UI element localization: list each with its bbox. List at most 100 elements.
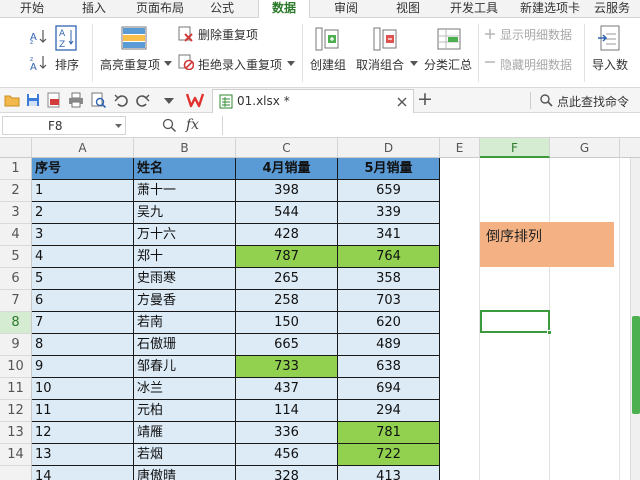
cell-april[interactable]: 150 xyxy=(236,312,338,334)
reject-duplicates-icon[interactable] xyxy=(178,54,194,70)
remove-duplicates-button[interactable]: 删除重复项 xyxy=(198,26,258,43)
cell-april[interactable]: 328 xyxy=(236,466,338,480)
tab-view[interactable]: 视图 xyxy=(386,0,430,18)
chevron-down-icon[interactable] xyxy=(115,124,122,129)
cell-may-highlighted[interactable]: 764 xyxy=(338,246,440,268)
name-box[interactable]: F8 xyxy=(2,116,126,135)
cell-may[interactable]: 294 xyxy=(338,400,440,422)
cell-no[interactable]: 9 xyxy=(32,356,134,378)
cell-april[interactable]: 336 xyxy=(236,422,338,444)
cell-april[interactable]: 265 xyxy=(236,268,338,290)
create-group-icon[interactable] xyxy=(314,26,340,52)
row-header[interactable]: 5 xyxy=(0,246,31,268)
row-header[interactable]: 6 xyxy=(0,268,31,290)
import-data-icon[interactable] xyxy=(598,24,622,52)
cell-no[interactable]: 13 xyxy=(32,444,134,466)
cell-name[interactable]: 若南 xyxy=(134,312,236,334)
row-header-selected[interactable]: 8 xyxy=(0,312,31,334)
cell-name[interactable]: 万十六 xyxy=(134,224,236,246)
header-cell-may[interactable]: 5月销量 xyxy=(338,158,440,180)
row-header[interactable]: 9 xyxy=(0,334,31,356)
row-header[interactable]: 3 xyxy=(0,202,31,224)
redo-icon[interactable] xyxy=(136,93,150,107)
cell-name[interactable]: 冰兰 xyxy=(134,378,236,400)
tab-insert[interactable]: 插入 xyxy=(72,0,116,18)
sort-button[interactable]: 排序 xyxy=(55,56,79,73)
cell-may[interactable]: 413 xyxy=(338,466,440,480)
open-folder-icon[interactable] xyxy=(4,93,20,107)
tab-data[interactable]: 数据 xyxy=(258,0,310,19)
print-icon[interactable] xyxy=(68,92,84,108)
find-command-search[interactable]: 点此查找命令 xyxy=(557,93,629,110)
save-icon[interactable] xyxy=(26,93,40,107)
cell-no[interactable]: 5 xyxy=(32,268,134,290)
cell-no[interactable]: 4 xyxy=(32,246,134,268)
cell-may[interactable]: 659 xyxy=(338,180,440,202)
cell-april[interactable]: 544 xyxy=(236,202,338,224)
cell-april-highlighted[interactable]: 787 xyxy=(236,246,338,268)
scrollbar-thumb[interactable] xyxy=(632,316,640,414)
select-all-corner[interactable] xyxy=(0,138,32,158)
cell-may[interactable]: 339 xyxy=(338,202,440,224)
subtotal-icon[interactable] xyxy=(436,26,462,52)
cell-april[interactable]: 665 xyxy=(236,334,338,356)
new-tab-button[interactable]: + xyxy=(417,88,433,110)
column-header-c[interactable]: C xyxy=(236,138,338,158)
close-icon[interactable] xyxy=(397,97,407,107)
row-header[interactable]: 7 xyxy=(0,290,31,312)
column-header-f[interactable]: F xyxy=(480,138,550,158)
cell-may[interactable]: 620 xyxy=(338,312,440,334)
cell-name[interactable]: 萧十一 xyxy=(134,180,236,202)
cell-no[interactable]: 8 xyxy=(32,334,134,356)
ungroup-icon[interactable] xyxy=(372,26,398,52)
tab-developer[interactable]: 开发工具 xyxy=(442,0,506,18)
search-icon[interactable] xyxy=(540,94,553,107)
sort-icon[interactable]: A Z xyxy=(54,24,78,52)
cell-may[interactable]: 694 xyxy=(338,378,440,400)
highlight-duplicates-icon[interactable] xyxy=(120,24,148,52)
row-header[interactable]: 14 xyxy=(0,444,31,466)
row-header[interactable]: 11 xyxy=(0,378,31,400)
column-header-b[interactable]: B xyxy=(134,138,236,158)
tab-review[interactable]: 审阅 xyxy=(324,0,368,18)
cell-april[interactable]: 114 xyxy=(236,400,338,422)
cell-no[interactable]: 3 xyxy=(32,224,134,246)
column-header-e[interactable]: E xyxy=(440,138,480,158)
cell-name[interactable]: 邹春儿 xyxy=(134,356,236,378)
fill-handle[interactable] xyxy=(547,330,552,335)
import-data-button[interactable]: 导入数 xyxy=(592,56,628,73)
cell-april[interactable]: 258 xyxy=(236,290,338,312)
active-cell-selection[interactable] xyxy=(480,310,550,333)
sort-descending-icon[interactable]: z A xyxy=(30,54,48,70)
cell-april[interactable]: 437 xyxy=(236,378,338,400)
cell-may[interactable]: 358 xyxy=(338,268,440,290)
row-header[interactable]: 10 xyxy=(0,356,31,378)
note-cell[interactable]: 倒序排列 xyxy=(480,222,614,267)
vertical-scrollbar[interactable] xyxy=(630,158,640,480)
chevron-down-icon[interactable] xyxy=(164,61,172,67)
cell-may[interactable]: 341 xyxy=(338,224,440,246)
cell-may[interactable]: 489 xyxy=(338,334,440,356)
row-header[interactable]: 4 xyxy=(0,224,31,246)
sort-ascending-icon[interactable]: A z xyxy=(30,28,48,44)
column-header-g[interactable]: G xyxy=(550,138,620,158)
undo-icon[interactable] xyxy=(114,93,128,107)
cell-no[interactable]: 1 xyxy=(32,180,134,202)
cell-no[interactable]: 6 xyxy=(32,290,134,312)
row-header[interactable]: 1 xyxy=(0,158,31,180)
cell-no[interactable]: 10 xyxy=(32,378,134,400)
cell-no[interactable]: 11 xyxy=(32,400,134,422)
tab-new-tab[interactable]: 新建选项卡 xyxy=(510,0,590,18)
cell-no[interactable]: 12 xyxy=(32,422,134,444)
customize-chevron-icon[interactable] xyxy=(164,98,174,104)
document-tab[interactable]: 01.xlsx * xyxy=(212,89,414,113)
ungroup-button[interactable]: 取消组合 xyxy=(356,56,404,73)
cell-name[interactable]: 郑十 xyxy=(134,246,236,268)
cell-name[interactable]: 石傲珊 xyxy=(134,334,236,356)
hide-detail-button[interactable]: 隐藏明细数据 xyxy=(500,56,572,73)
cell-may[interactable]: 638 xyxy=(338,356,440,378)
cell-no[interactable]: 14 xyxy=(32,466,134,480)
cell-name[interactable]: 史雨寒 xyxy=(134,268,236,290)
cell-name[interactable]: 靖雁 xyxy=(134,422,236,444)
export-pdf-icon[interactable] xyxy=(46,92,62,108)
